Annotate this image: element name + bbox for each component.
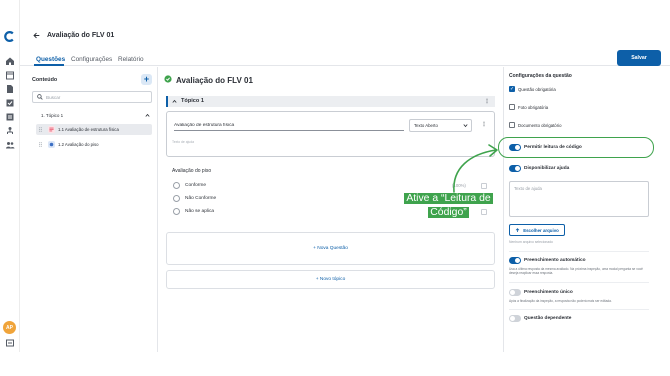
drag-handle-icon[interactable] xyxy=(39,127,42,132)
chevron-down-icon[interactable] xyxy=(463,123,468,128)
autofill-toggle[interactable] xyxy=(509,257,521,264)
add-content-button[interactable]: + xyxy=(141,74,152,85)
dependent-label: Questão dependente xyxy=(524,316,572,321)
unique-fill-toggle[interactable] xyxy=(509,289,521,296)
question-title[interactable]: Avaliação do piso xyxy=(172,168,211,174)
avatar[interactable]: AP xyxy=(3,321,16,334)
sidebar-topic-label[interactable]: 1. Tópico 1 xyxy=(41,113,63,118)
hierarchy-icon[interactable] xyxy=(5,126,15,136)
option-radio[interactable] xyxy=(173,182,180,189)
divider xyxy=(509,309,649,310)
chevron-up-icon[interactable] xyxy=(145,113,150,118)
checklist-icon xyxy=(48,126,55,133)
photo-required-checkbox[interactable] xyxy=(509,104,515,110)
report-icon[interactable] xyxy=(5,112,15,122)
help-toggle[interactable] xyxy=(509,165,521,172)
help-text-placeholder[interactable]: Texto de ajuda xyxy=(172,140,194,144)
list-item[interactable]: 1.1 Avaliação de estrutura física xyxy=(36,124,152,135)
choose-file-label: Escolher arquivo xyxy=(523,227,559,233)
question-type-value: Texto Aberto xyxy=(414,123,438,128)
settings-title: Configurações da questão xyxy=(509,73,572,79)
upload-icon xyxy=(515,227,520,232)
form-title: Avaliação do FLV 01 xyxy=(176,76,253,85)
radio-list-icon xyxy=(48,141,55,148)
left-rail xyxy=(0,0,20,352)
home-icon[interactable] xyxy=(5,56,15,66)
calendar-icon[interactable] xyxy=(5,70,15,80)
content-title: Conteúdo xyxy=(32,77,58,83)
topic-header[interactable] xyxy=(166,96,495,107)
tutorial-callout: Ative a “Leitura de Código” xyxy=(398,192,499,220)
document-required-label: Documento obrigatório xyxy=(518,123,562,128)
save-button[interactable]: Salvar xyxy=(617,50,661,66)
option-radio[interactable] xyxy=(173,195,180,202)
document-required-checkbox[interactable] xyxy=(509,122,515,128)
photo-required-label: Foto obrigatória xyxy=(518,105,549,110)
tab-relatorio[interactable]: Relatório xyxy=(118,56,144,63)
divider xyxy=(509,251,649,252)
back-arrow-icon[interactable] xyxy=(33,32,40,39)
chevron-up-icon[interactable] xyxy=(172,99,177,104)
content-panel xyxy=(20,67,158,352)
page-title: Avaliação do FLV 01 xyxy=(47,32,115,39)
required-checkbox[interactable]: ✓ xyxy=(509,86,515,92)
unique-fill-label: Preenchimento único xyxy=(524,290,573,295)
option-label: Não se aplica xyxy=(185,209,215,214)
tutorial-callout-text: Ative a “Leitura de Código” xyxy=(404,193,493,218)
document-icon[interactable] xyxy=(5,84,15,94)
required-label: Questão obrigatória xyxy=(518,87,556,92)
question-text-field[interactable] xyxy=(174,121,404,131)
new-question-button[interactable]: + Nova Questão xyxy=(166,246,495,251)
no-file-text: Nenhum arquivo selecionado xyxy=(509,240,553,244)
more-vertical-icon[interactable] xyxy=(482,121,486,127)
tab-questoes[interactable]: Questões xyxy=(36,56,65,63)
option-radio[interactable] xyxy=(173,208,180,215)
tab-configuracoes[interactable]: Configurações xyxy=(71,56,112,63)
autofill-description: Usa a última resposta da mesma avaliado.… xyxy=(509,267,643,275)
tutorial-arrow-icon xyxy=(453,144,498,193)
form-status-icon xyxy=(164,75,172,83)
search-icon xyxy=(37,94,43,100)
divider xyxy=(509,282,649,283)
list-item-label: 1.2 Avaliação do piso xyxy=(58,142,99,147)
app-logo-icon[interactable] xyxy=(4,31,15,42)
new-topic-button[interactable]: + Novo tópico xyxy=(166,277,495,282)
header: Avaliação do FLV 01 Questões Configuraçõ… xyxy=(20,0,670,66)
drag-handle-icon[interactable] xyxy=(39,142,42,147)
help-toggle-label: Disponibilizar ajuda xyxy=(524,166,570,171)
checklist-nav-icon[interactable] xyxy=(5,98,15,108)
option-label: Conforme xyxy=(185,183,207,188)
choose-file-button[interactable]: Escolher arquivo xyxy=(509,224,565,236)
autofill-label: Preenchimento automático xyxy=(524,258,586,263)
help-textarea[interactable] xyxy=(509,181,649,217)
unique-fill-description: Após a finalização da inspeção, a respos… xyxy=(509,299,612,303)
users-icon[interactable] xyxy=(5,140,15,150)
topic-title: Tópico 1 xyxy=(181,98,204,104)
dependent-toggle[interactable] xyxy=(509,315,521,322)
tutorial-highlight xyxy=(498,137,654,158)
list-item-label: 1.1 Avaliação de estrutura física xyxy=(58,127,119,132)
more-vertical-icon[interactable] xyxy=(485,98,489,104)
active-tab-indicator xyxy=(34,64,64,66)
list-item[interactable]: 1.2 Avaliação do piso xyxy=(36,139,152,150)
option-label: Não Conforme xyxy=(185,196,217,201)
logout-icon[interactable] xyxy=(5,338,15,348)
search-input[interactable] xyxy=(46,93,146,101)
